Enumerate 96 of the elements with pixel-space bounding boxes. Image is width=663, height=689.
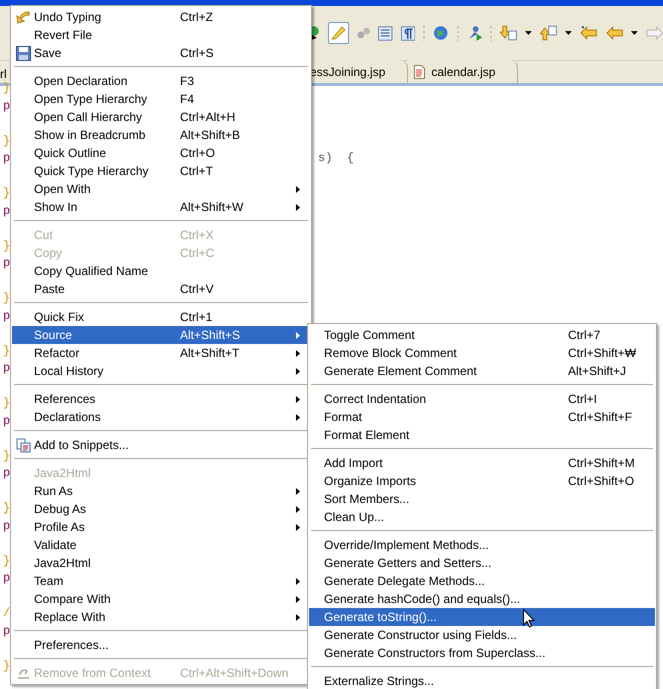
run-icon[interactable] [312, 26, 320, 40]
menu-item[interactable]: Preferences... [12, 636, 310, 654]
code-fragment: p [3, 622, 10, 640]
code-fragment: p [3, 150, 10, 167]
previous-annotation-icon[interactable] [540, 25, 558, 41]
menu-item[interactable]: Add Import Ctrl+Shift+M [309, 454, 655, 472]
menu-item[interactable]: Quick Outline Ctrl+O [12, 144, 310, 162]
menu-item[interactable]: Open Declaration F3 [12, 72, 310, 90]
menu-item[interactable]: Quick Type Hierarchy Ctrl+T [12, 162, 310, 180]
editor-tab[interactable]: calendar.jsp [408, 60, 518, 83]
code-fragment: p [3, 412, 10, 430]
menu-item[interactable]: Remove Block Comment Ctrl+Shift+₩ [309, 344, 655, 362]
code-fragment: s) { [318, 150, 354, 167]
menu-item[interactable]: Generate Constructors from Superclass... [309, 644, 655, 662]
toolbar-separator-icon [456, 25, 459, 41]
menu-item[interactable]: Format Ctrl+Shift+F [309, 408, 655, 426]
menu-item[interactable]: Open Type Hierarchy F4 [12, 90, 310, 108]
tab-label-fragment: rl [0, 66, 7, 82]
menu-item[interactable]: Add to Snippets... [12, 436, 310, 454]
code-fragment: } [3, 658, 10, 674]
menu-item[interactable]: Show in Breadcrumb Alt+Shift+B [12, 126, 310, 144]
code-fragment: p [3, 255, 10, 272]
pilcrow-icon[interactable] [400, 26, 416, 40]
code-fragment: } [3, 342, 10, 360]
code-fragment: } [3, 80, 10, 97]
menu-item[interactable]: Undo Typing Ctrl+Z [12, 8, 310, 26]
code-fragment: } [3, 238, 10, 254]
menu-item[interactable]: Sort Members... [309, 490, 655, 508]
footprint-icon[interactable] [356, 27, 370, 39]
code-fragment: p [3, 308, 10, 324]
menu-item[interactable]: Open Call Hierarchy Ctrl+Alt+H [12, 108, 310, 126]
file-icon [414, 64, 426, 78]
code-fragment: } [3, 552, 10, 570]
menu-item[interactable]: Revert File [12, 26, 310, 44]
menu-item[interactable]: Save Ctrl+S [12, 44, 310, 62]
highlight-toggle-button[interactable] [328, 22, 349, 44]
menu-item[interactable]: Refactor Alt+Shift+T [12, 344, 310, 362]
undo-arrow-icon [15, 10, 31, 24]
menu-item[interactable]: Replace With [12, 608, 310, 626]
menu-item[interactable]: Debug As [12, 500, 310, 518]
menu-item[interactable]: Generate Constructor using Fields... [309, 626, 655, 644]
code-fragment: p [3, 202, 10, 220]
code-fragment: / [3, 605, 10, 622]
dropdown-caret-icon[interactable] [525, 31, 532, 35]
menu-item[interactable]: Organize Imports Ctrl+Shift+O [309, 472, 655, 490]
dropdown-caret-icon[interactable] [565, 31, 572, 35]
menu-item[interactable]: Override/Implement Methods... [309, 536, 655, 554]
menu-item[interactable]: Generate Element Comment Alt+Shift+J [309, 362, 655, 380]
code-fragment: } [3, 185, 10, 202]
mouse-pointer-icon [523, 609, 535, 628]
menu-item[interactable]: Clean Up... [309, 508, 655, 526]
menu-item[interactable]: Externalize Strings... [309, 672, 655, 689]
code-fragment: p [3, 98, 10, 114]
menu-item[interactable]: Open With [12, 180, 310, 198]
menu-item[interactable]: Generate Getters and Setters... [309, 554, 655, 572]
menu-item[interactable]: Source Alt+Shift+S [12, 326, 310, 344]
last-edit-icon[interactable] [580, 26, 598, 40]
dropdown-caret-icon[interactable] [630, 31, 638, 35]
menu-item[interactable]: Copy Qualified Name [12, 262, 310, 280]
toolbar-separator-icon [423, 25, 426, 41]
code-fragment: p [3, 518, 10, 534]
menu-item[interactable]: Quick Fix Ctrl+1 [12, 308, 310, 326]
run-person-icon[interactable] [466, 25, 482, 41]
menu-item[interactable]: References [12, 390, 310, 408]
code-fragment: } [3, 395, 10, 412]
menu-item[interactable]: Toggle Comment Ctrl+7 [309, 326, 655, 344]
code-fragment: } [3, 290, 10, 307]
menu-item[interactable]: Profile As [12, 518, 310, 536]
code-fragment: p [3, 360, 10, 377]
next-annotation-icon[interactable] [500, 25, 518, 41]
menu-item[interactable]: Show In Alt+Shift+W [12, 198, 310, 216]
menu-item[interactable]: Declarations [12, 408, 310, 426]
menu-item[interactable]: Paste Ctrl+V [12, 280, 310, 298]
editor-tab[interactable]: essJoining.jsp [310, 60, 408, 83]
menu-item[interactable]: Generate toString()... [309, 608, 655, 626]
code-fragment: } [3, 448, 10, 464]
menu-item[interactable]: Validate [12, 536, 310, 554]
menu-item[interactable]: Team [12, 572, 310, 590]
menu-item[interactable]: Generate Delegate Methods... [309, 572, 655, 590]
toolbar-separator-icon [490, 25, 492, 41]
code-fragment: } [3, 500, 10, 517]
back-arrow-icon[interactable] [606, 26, 623, 40]
menu-item[interactable]: Java2Html [12, 554, 310, 572]
highlighter-icon [330, 25, 346, 41]
globe-icon[interactable] [433, 25, 449, 41]
code-fragment: } [3, 132, 10, 150]
list-icon[interactable] [378, 26, 393, 40]
menu-item[interactable]: Format Element [309, 426, 655, 444]
menu-item[interactable]: Local History [12, 362, 310, 380]
snippet-icon [16, 438, 30, 452]
menu-item[interactable]: Compare With [12, 590, 310, 608]
code-fragment: p [3, 465, 10, 482]
code-fragment: p [3, 570, 10, 587]
menu-item[interactable]: Generate hashCode() and equals()... [309, 590, 655, 608]
menu-item[interactable]: Correct Indentation Ctrl+I [309, 390, 655, 408]
menu-item[interactable]: Run As [12, 482, 310, 500]
